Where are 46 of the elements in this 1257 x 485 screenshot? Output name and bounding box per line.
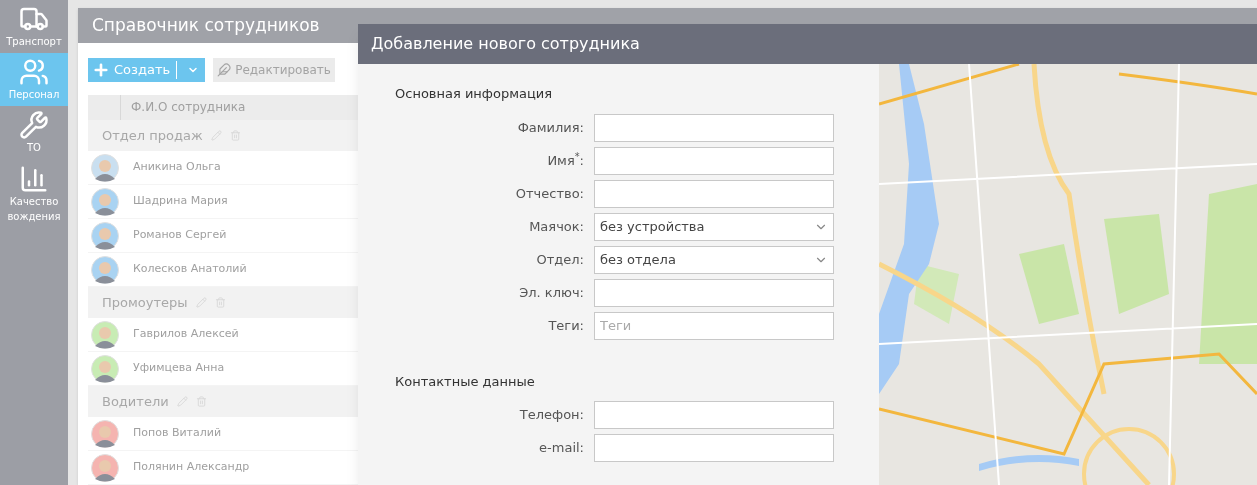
field-label: Фамилия: <box>516 118 585 137</box>
input-field[interactable] <box>594 401 834 429</box>
field-label: Отдел: <box>535 250 585 269</box>
section-title: Контактные данные <box>394 372 536 391</box>
field-label: Имя$^{*}$: <box>546 150 585 170</box>
column-header: Ф.И.О сотрудника <box>130 99 246 117</box>
employee-name: Уфимцева Анна <box>133 360 225 377</box>
field-label: Телефон: <box>518 406 585 425</box>
trash-icon[interactable] <box>195 396 207 407</box>
input-field[interactable] <box>594 434 834 462</box>
field-label: Маячок: <box>528 217 585 236</box>
employee-name: Попов Виталий <box>133 425 222 442</box>
group-name: Водители <box>102 392 169 411</box>
field-label: Теги: <box>547 316 585 335</box>
section-title: Основная информация <box>394 85 554 103</box>
input-field[interactable]: Теги <box>594 311 834 340</box>
input-field[interactable] <box>594 278 834 307</box>
group-name: Отдел продаж <box>102 126 203 145</box>
dialog-title: Добавление нового сотрудника <box>371 33 640 55</box>
employee-name: Колесков Анатолий <box>133 261 247 278</box>
field-label: Эл. ключ: <box>518 283 585 302</box>
employee-name: Полянин Александр <box>133 459 250 476</box>
employee-name: Аникина Ольга <box>133 159 221 176</box>
create-button[interactable]: Создать <box>88 57 206 82</box>
tools-icon <box>19 110 49 140</box>
trash-icon[interactable] <box>229 130 241 141</box>
bar-chart-icon <box>19 164 49 194</box>
sidebar-item[interactable]: Персонал <box>0 53 68 106</box>
employee-name: Шадрина Мария <box>133 193 228 210</box>
employee-name: Романов Сергей <box>133 227 227 244</box>
field-label: Отчество: <box>514 184 585 203</box>
select-field[interactable]: без устройства <box>594 212 834 241</box>
sidebar-item[interactable]: ТО <box>0 106 68 159</box>
select-field[interactable]: без отдела <box>594 245 834 274</box>
people-icon <box>19 57 49 87</box>
panel-title: Справочник сотрудников <box>92 13 320 37</box>
field-label: e-mail: <box>538 439 585 458</box>
feather-icon <box>217 62 232 77</box>
input-field[interactable] <box>594 179 834 208</box>
trash-icon[interactable] <box>214 297 226 308</box>
employee-name: Гаврилов Алексей <box>133 326 239 343</box>
input-field[interactable] <box>594 146 834 175</box>
sidebar-item[interactable]: Транспорт <box>0 0 68 53</box>
sidebar-item[interactable]: Качество вождения <box>0 159 68 229</box>
input-field[interactable] <box>594 113 834 142</box>
group-name: Промоутеры <box>102 293 188 312</box>
